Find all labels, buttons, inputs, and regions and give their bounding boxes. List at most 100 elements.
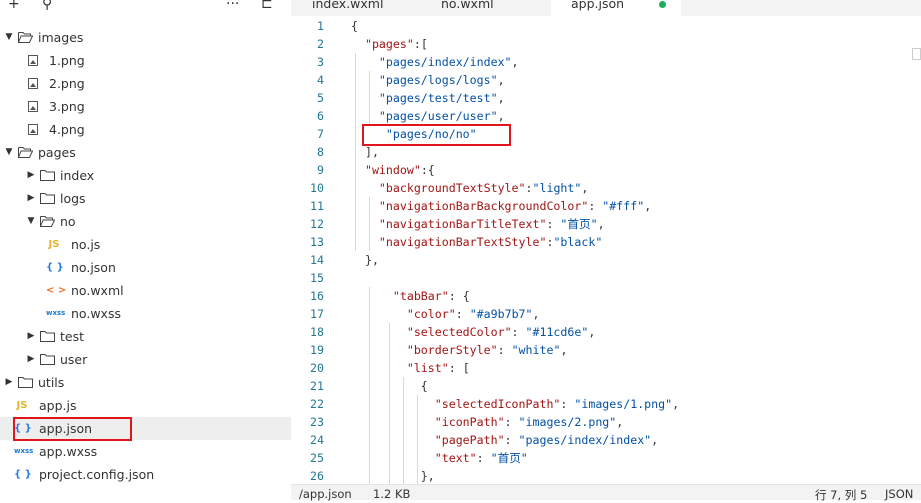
tree-item-test[interactable]: ▶ test — [0, 325, 291, 348]
line-content: "pages/no/no" — [385, 127, 477, 141]
tree-item-app-js[interactable]: JS app.js — [0, 394, 291, 417]
json-file-icon: { } — [46, 262, 64, 273]
scrollbar-thumb[interactable] — [912, 48, 921, 60]
line-content: "navigationBarBackgroundColor": "#fff", — [378, 199, 652, 213]
line-content: "iconPath": "images/2.png", — [434, 415, 624, 429]
tree-item-label: test — [60, 329, 85, 344]
tree-item-label: images — [38, 30, 84, 45]
line-content: "navigationBarTextStyle":"black" — [378, 235, 603, 249]
folder-open-icon — [40, 216, 55, 227]
folder-icon — [40, 354, 55, 365]
folder-icon — [40, 331, 55, 342]
status-cursor-position[interactable]: 行 7, 列 5 — [815, 487, 867, 503]
code-line: 1{ — [291, 17, 911, 35]
chevron-down-icon[interactable]: ▼ — [4, 26, 14, 49]
line-number: 18 — [310, 325, 324, 339]
tree-item-label: user — [60, 352, 88, 367]
tree-item-label: project.config.json — [39, 467, 155, 482]
tree-item-pages[interactable]: ▼ pages — [0, 141, 291, 164]
tree-item-no-json[interactable]: { } no.json — [0, 256, 291, 279]
line-content: "color": "#a9b7b7", — [406, 307, 540, 321]
line-content: "navigationBarTitleText": "首页", — [378, 217, 605, 231]
tree-item-4-png[interactable]: 4.png — [0, 118, 291, 141]
tree-item-images[interactable]: ▼ images — [0, 26, 291, 49]
line-number: 16 — [310, 289, 324, 303]
tree-item-label: no.wxss — [71, 306, 121, 321]
tree-item-app-wxss[interactable]: wxss app.wxss — [0, 440, 291, 463]
line-number: 8 — [317, 145, 324, 159]
tree-item-no[interactable]: ▼ no — [0, 210, 291, 233]
code-editor[interactable]: 1{2 "pages":[3 "pages/index/index", 4 "pa… — [291, 16, 921, 484]
status-bar: /app.json 1.2 KB 行 7, 列 5 JSON — [291, 484, 921, 503]
tree-item-no-wxss[interactable]: wxss no.wxss — [0, 302, 291, 325]
line-number: 11 — [310, 199, 324, 213]
tree-item-label: no.json — [71, 260, 116, 275]
chevron-right-icon[interactable]: ▶ — [26, 187, 36, 210]
line-number: 17 — [310, 307, 324, 321]
search-icon[interactable]: ⚲ — [42, 0, 52, 12]
line-content: "borderStyle": "white", — [406, 343, 568, 357]
image-file-icon — [28, 101, 38, 112]
chevron-right-icon[interactable]: ▶ — [26, 348, 36, 371]
chevron-down-icon[interactable]: ▼ — [4, 141, 14, 164]
collapse-icon[interactable]: ⊏ — [261, 0, 273, 12]
tree-item-utils[interactable]: ▶ utils — [0, 371, 291, 394]
line-number: 21 — [310, 379, 324, 393]
tree-item-index[interactable]: ▶ index — [0, 164, 291, 187]
image-file-icon — [28, 55, 38, 66]
chevron-right-icon[interactable]: ▶ — [4, 371, 14, 394]
editor-tabs: index.wxml no.wxml app.json — [291, 0, 921, 17]
js-file-icon: JS — [48, 239, 60, 250]
line-number: 7 — [317, 127, 324, 141]
code-line: 19 "borderStyle": "white", — [291, 341, 911, 359]
line-number: 14 — [310, 253, 324, 267]
chevron-down-icon[interactable]: ▼ — [26, 210, 36, 233]
more-icon[interactable]: ··· — [226, 0, 239, 12]
wxml-file-icon: < > — [46, 285, 67, 296]
tab-app-json[interactable]: app.json — [551, 0, 681, 17]
tree-item-label: 4.png — [49, 122, 85, 137]
code-line: 24 "pagePath": "pages/index/index", — [291, 431, 911, 449]
line-number: 12 — [310, 217, 324, 231]
line-content: "tabBar": { — [392, 289, 470, 303]
line-number: 13 — [310, 235, 324, 249]
code-line: 2 "pages":[ — [291, 35, 911, 53]
code-line: 10 "backgroundTextStyle":"light", — [291, 179, 911, 197]
folder-icon — [40, 193, 55, 204]
line-content: "pagePath": "pages/index/index", — [434, 433, 659, 447]
line-number: 5 — [317, 91, 324, 105]
code-line: 4 "pages/logs/logs", — [291, 71, 911, 89]
tree-item-label: no — [60, 214, 76, 229]
line-number: 23 — [310, 415, 324, 429]
add-icon[interactable]: + — [8, 0, 20, 12]
tab-no-wxml[interactable]: no.wxml — [421, 0, 551, 16]
folder-open-icon — [18, 32, 33, 43]
line-number: 10 — [310, 181, 324, 195]
code-line: 9 "window":{ — [291, 161, 911, 179]
tree-item-project-config-json[interactable]: { } project.config.json — [0, 463, 291, 486]
tree-item-user[interactable]: ▶ user — [0, 348, 291, 371]
tree-item-no-js[interactable]: JS no.js — [0, 233, 291, 256]
chevron-right-icon[interactable]: ▶ — [26, 325, 36, 348]
line-content: "pages/logs/logs", — [378, 73, 505, 87]
tree-item-3-png[interactable]: 3.png — [0, 95, 291, 118]
tab-index-wxml[interactable]: index.wxml — [291, 0, 421, 16]
folder-open-icon — [18, 147, 33, 158]
tree-item-logs[interactable]: ▶ logs — [0, 187, 291, 210]
line-number: 6 — [317, 109, 324, 123]
code-line: 21 { — [291, 377, 911, 395]
code-line: 14 }, — [291, 251, 911, 269]
tree-item-2-png[interactable]: 2.png — [0, 72, 291, 95]
code-line: 26 }, — [291, 467, 911, 484]
chevron-right-icon[interactable]: ▶ — [26, 164, 36, 187]
tree-item-no-wxml[interactable]: < > no.wxml — [0, 279, 291, 302]
line-number: 15 — [310, 271, 324, 285]
unsaved-dot-icon — [659, 1, 666, 8]
code-line: 7 "pages/no/no" — [291, 125, 911, 143]
code-line: 22 "selectedIconPath": "images/1.png", — [291, 395, 911, 413]
line-number: 22 — [310, 397, 324, 411]
tree-item-app-json[interactable]: { } app.json — [0, 417, 291, 440]
line-number: 9 — [317, 163, 324, 177]
code-line: 5 "pages/test/test", — [291, 89, 911, 107]
tree-item-1-png[interactable]: 1.png — [0, 49, 291, 72]
